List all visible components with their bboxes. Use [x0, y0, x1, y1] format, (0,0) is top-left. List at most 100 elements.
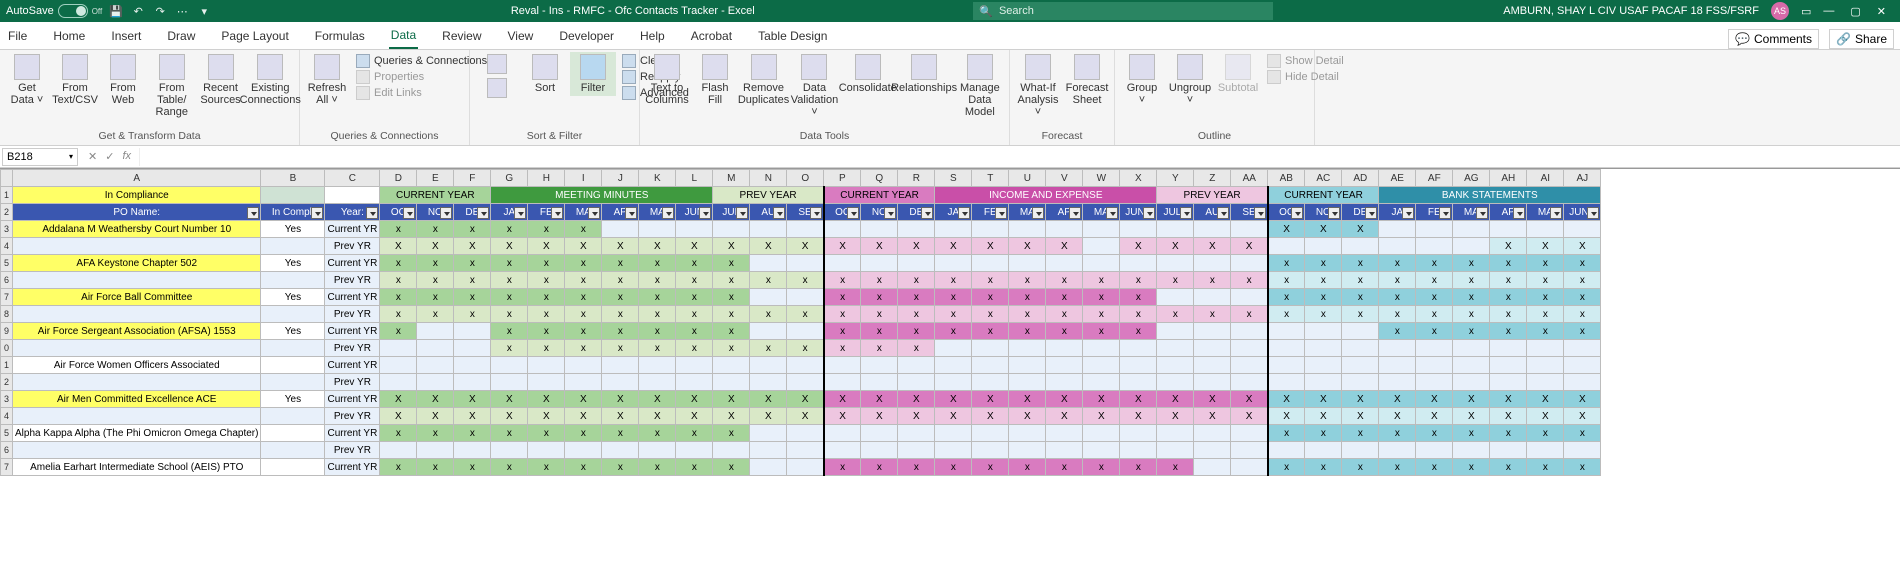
ie-cell[interactable]	[1120, 442, 1157, 459]
ie-cell[interactable]: x	[898, 306, 935, 323]
search-box[interactable]: 🔍 Search	[973, 2, 1273, 20]
ie-cell[interactable]: x	[898, 340, 935, 357]
po-name-filter[interactable]: PO Name:	[13, 204, 261, 221]
mm-cell[interactable]: x	[417, 306, 454, 323]
ie-cell[interactable]: x	[1120, 323, 1157, 340]
from-web-button[interactable]: From Web	[100, 52, 146, 108]
ie-cell[interactable]	[1083, 255, 1120, 272]
mm-cell[interactable]: x	[676, 323, 713, 340]
mm-cell[interactable]: X	[676, 408, 713, 425]
ie-cell[interactable]	[1083, 238, 1120, 255]
queries-connections-button[interactable]: Queries & Connections	[356, 54, 487, 68]
bs-cell[interactable]: x	[1564, 425, 1601, 442]
ie-cell[interactable]	[1083, 357, 1120, 374]
spreadsheet-grid[interactable]: ABCDEFGHIJKLMNOPQRSTUVWXYZAAABACADAEAFAG…	[0, 168, 1900, 577]
share-button[interactable]: 🔗 Share	[1829, 29, 1894, 49]
ie-cell[interactable]	[1157, 374, 1194, 391]
mm-cell[interactable]: X	[528, 238, 565, 255]
col-header-A[interactable]: A	[13, 170, 261, 187]
ie-cell[interactable]: X	[1231, 238, 1268, 255]
mm-cell[interactable]: X	[713, 408, 750, 425]
bs-cell[interactable]	[1268, 340, 1305, 357]
bs-cell[interactable]: X	[1453, 391, 1490, 408]
mm-cell[interactable]	[417, 442, 454, 459]
ie-cell[interactable]	[1120, 425, 1157, 442]
bs-cell[interactable]: X	[1379, 391, 1416, 408]
mm-cell[interactable]: x	[491, 272, 528, 289]
ie-cell[interactable]	[972, 374, 1009, 391]
bs-cell[interactable]: x	[1564, 306, 1601, 323]
mm-cell[interactable]	[602, 357, 639, 374]
ie-cell[interactable]	[1046, 442, 1083, 459]
col-header-J[interactable]: J	[602, 170, 639, 187]
bs-cell[interactable]: x	[1379, 255, 1416, 272]
compliance-cell[interactable]	[261, 306, 325, 323]
bs-cell[interactable]: X	[1490, 238, 1527, 255]
mm-cell[interactable]: X	[565, 238, 602, 255]
col-header-AG[interactable]: AG	[1453, 170, 1490, 187]
ie-cell[interactable]: X	[1046, 408, 1083, 425]
row-header[interactable]: 3	[1, 391, 13, 408]
ie-cell[interactable]	[1009, 221, 1046, 238]
year-cell[interactable]: Current YR	[325, 255, 380, 272]
ie-cell[interactable]: X	[898, 391, 935, 408]
mm-cell[interactable]: X	[602, 238, 639, 255]
mm-cell[interactable]: x	[750, 272, 787, 289]
ie-cell[interactable]: x	[972, 306, 1009, 323]
mm-cell[interactable]: x	[713, 289, 750, 306]
col-header-AA[interactable]: AA	[1231, 170, 1268, 187]
compliance-cell[interactable]	[261, 238, 325, 255]
ie-cell[interactable]	[1009, 357, 1046, 374]
ie-cell[interactable]	[1231, 340, 1268, 357]
ie-cell[interactable]	[1231, 442, 1268, 459]
tab-data[interactable]: Data	[389, 22, 418, 49]
ie-cell[interactable]	[935, 221, 972, 238]
ie-cell[interactable]: X	[824, 408, 861, 425]
ie-cell[interactable]: x	[824, 306, 861, 323]
year-cell[interactable]: Current YR	[325, 425, 380, 442]
col-header-I[interactable]: I	[565, 170, 602, 187]
row-header[interactable]: 5	[1, 255, 13, 272]
compliance-cell[interactable]	[261, 459, 325, 476]
bs-cell[interactable]: x	[1527, 289, 1564, 306]
mm-cell[interactable]: x	[528, 221, 565, 238]
ie-cell[interactable]	[935, 255, 972, 272]
mm-cell[interactable]: x	[713, 459, 750, 476]
mm-cell[interactable]: x	[713, 323, 750, 340]
bs-cell[interactable]	[1379, 221, 1416, 238]
bs-cell[interactable]	[1379, 238, 1416, 255]
mm-cell[interactable]	[454, 340, 491, 357]
mm-cell[interactable]	[380, 374, 417, 391]
ie-cell[interactable]: X	[1157, 408, 1194, 425]
bs-cell[interactable]	[1268, 442, 1305, 459]
mm-cell[interactable]: x	[491, 425, 528, 442]
col-header-V[interactable]: V	[1046, 170, 1083, 187]
bs-cell[interactable]	[1527, 374, 1564, 391]
mm-cell[interactable]: x	[639, 425, 676, 442]
ie-cell[interactable]	[972, 255, 1009, 272]
ie-cell[interactable]	[1046, 425, 1083, 442]
year-cell[interactable]: Current YR	[325, 323, 380, 340]
ie-cell[interactable]	[861, 255, 898, 272]
bs-cell[interactable]: x	[1305, 459, 1342, 476]
tab-file[interactable]: File	[6, 22, 29, 49]
ie-cell[interactable]: X	[1231, 408, 1268, 425]
mm-cell[interactable]	[676, 442, 713, 459]
mm-month-filter[interactable]: FE	[528, 204, 565, 221]
mm-cell[interactable]	[750, 323, 787, 340]
mm-cell[interactable]	[417, 340, 454, 357]
tab-view[interactable]: View	[506, 22, 536, 49]
ie-cell[interactable]	[824, 221, 861, 238]
ie-cell[interactable]: x	[935, 459, 972, 476]
user-avatar[interactable]: AS	[1771, 2, 1789, 20]
mm-month-filter[interactable]: MA	[565, 204, 602, 221]
bs-cell[interactable]: x	[1453, 272, 1490, 289]
mm-month-filter[interactable]: AU	[750, 204, 787, 221]
bs-cell[interactable]: x	[1490, 306, 1527, 323]
mm-cell[interactable]: x	[602, 255, 639, 272]
bs-cell[interactable]: x	[1453, 323, 1490, 340]
bs-cell[interactable]: X	[1490, 391, 1527, 408]
ie-cell[interactable]	[1083, 221, 1120, 238]
bs-cell[interactable]	[1379, 374, 1416, 391]
ie-cell[interactable]	[1083, 442, 1120, 459]
